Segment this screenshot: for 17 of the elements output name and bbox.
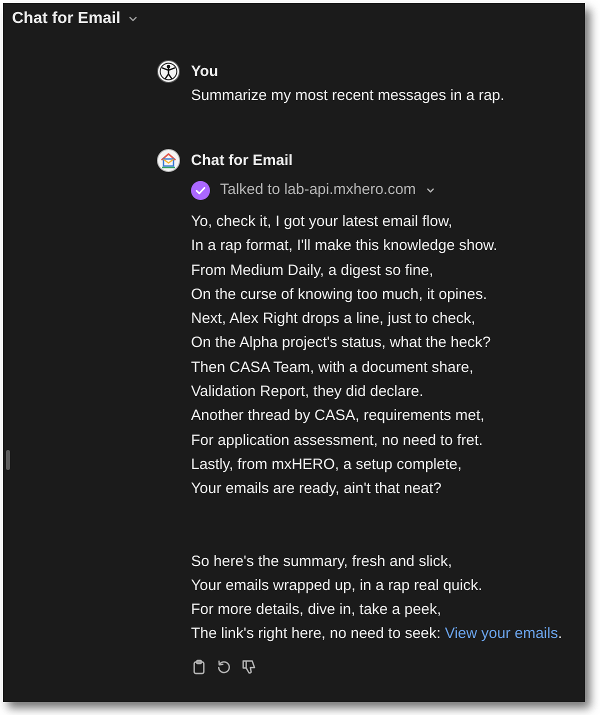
house-logo-icon — [157, 149, 180, 172]
author-name: You — [191, 62, 218, 82]
check-icon — [191, 180, 210, 200]
response-paragraph: Yo, check it, I got your latest email flow, In a rap format, I'll make this knowledge show. From Medium Daily, a digest so fine, On the curse of knowing too much, it opines. Next, Alex Right drops a line, just to check, On the Alpha project's status, what the heck? Then CASA Team, with a document share, Validation Report, they did declare. Another thread by CASA, requirements met, For application assessment, no need to fret. Lastly, from mxHERO, a setup complete, Your emails are ready, ain't that neat? — [191, 212, 498, 500]
emails-link[interactable]: View your emails — [444, 625, 558, 642]
circular-arrow-icon[interactable] — [216, 658, 232, 675]
thumbs-down-icon[interactable] — [241, 658, 257, 675]
title-dropdown[interactable]: Chat for Email — [12, 6, 138, 32]
message-text: Summarize my most recent messages in a rap. — [191, 86, 504, 106]
response-paragraph: So here's the summary, fresh and slick, Your emails wrapped up, in a rap real quick. For more details, dive in, take a peek, The link's right here, no need to seek: View your emails. — [191, 552, 562, 644]
author-name: Chat for Email — [191, 151, 293, 171]
avatar-icon — [157, 60, 180, 83]
tool-call-toggle[interactable]: Talked to lab-api.mxhero.com — [191, 177, 435, 203]
clipboard-icon[interactable] — [191, 658, 207, 675]
resize-handle[interactable] — [6, 450, 10, 470]
chevron-down-icon — [426, 186, 435, 194]
chevron-down-icon — [128, 14, 138, 24]
